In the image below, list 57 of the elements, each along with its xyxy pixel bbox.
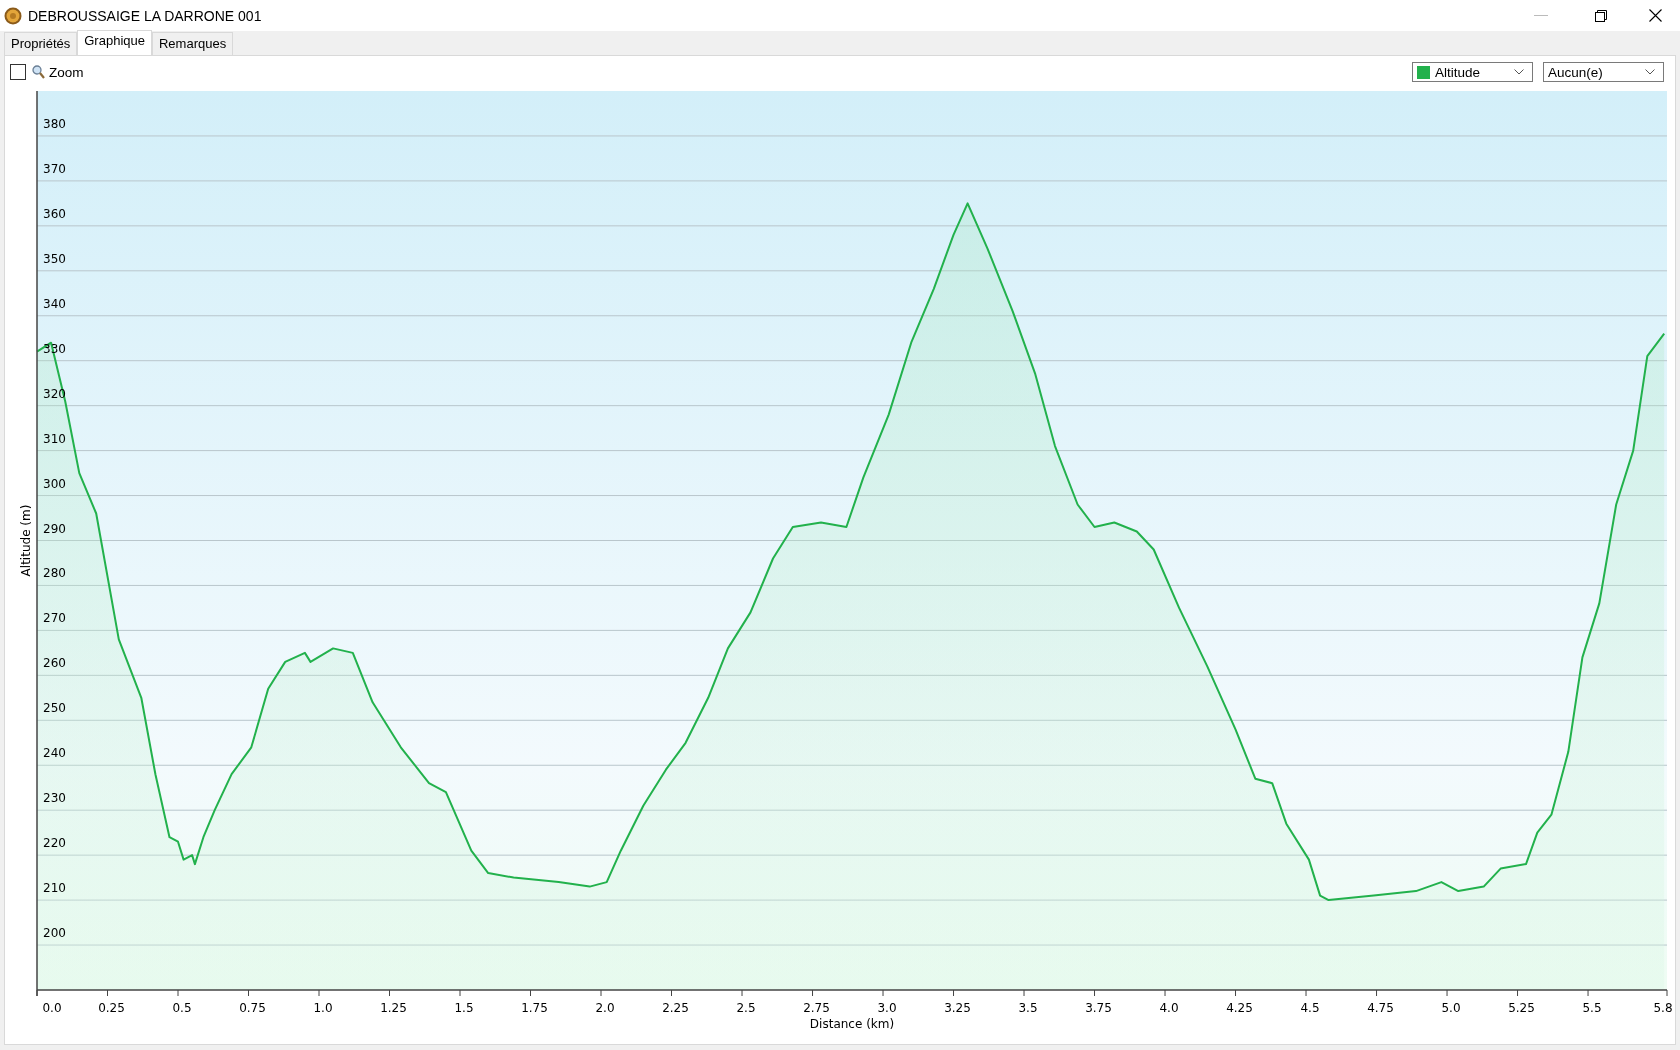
x-tick-label: 3.25 [944, 1001, 971, 1015]
x-tick-label: 0.25 [98, 1001, 125, 1015]
x-tick-label: 4.25 [1226, 1001, 1253, 1015]
x-tick-label: 2.75 [803, 1001, 830, 1015]
tab[interactable]: Propriétés [4, 32, 78, 55]
y-tick-label: 240 [43, 746, 66, 761]
x-tick-label: 2.5 [736, 1001, 756, 1015]
x-tick-label: 3.75 [1085, 1001, 1112, 1015]
secondary-dropdown[interactable]: Aucun(e) [1543, 62, 1664, 82]
x-tick-label: 3.5 [1018, 1001, 1038, 1015]
app-logo-icon [4, 6, 22, 25]
x-tick-label: 5.25 [1508, 1001, 1535, 1015]
y-tick-label: 260 [43, 656, 66, 671]
x-tick-label: 5.0 [1441, 1001, 1461, 1015]
x-tick-label: 0.5 [172, 1001, 192, 1015]
restore-icon[interactable] [1595, 9, 1607, 22]
y-axis-title: Altitude (m) [19, 504, 33, 577]
x-tick-label: 4.75 [1367, 1001, 1394, 1015]
chevron-down-icon [1514, 69, 1524, 75]
x-tick-label: 1.5 [454, 1001, 474, 1015]
window-title: DEBROUSSAIGE LA DARRONE 001 [28, 7, 262, 24]
y-tick-label: 360 [43, 206, 66, 221]
y-tick-label: 210 [43, 881, 66, 896]
y-tick-label: 370 [43, 161, 66, 176]
x-tick-label: 4.5 [1300, 1001, 1320, 1015]
x-tick-label: 0.0 [42, 1001, 62, 1015]
x-tick-label: 1.75 [521, 1001, 548, 1015]
y-tick-label: 300 [43, 476, 66, 491]
x-tick-label: 1.25 [380, 1001, 407, 1015]
y-tick-label: 310 [43, 431, 66, 446]
tab[interactable]: Remarques [151, 32, 234, 55]
x-tick-label: 5.5 [1582, 1001, 1602, 1015]
x-tick-label: 1.0 [313, 1001, 333, 1015]
chevron-down-icon [1645, 69, 1655, 75]
series-dropdown[interactable]: Altitude [1412, 62, 1533, 82]
y-tick-label: 290 [43, 521, 66, 536]
y-tick-label: 380 [43, 116, 66, 131]
x-tick-label: 2.0 [595, 1001, 615, 1015]
x-tick-label: 5.8 [1653, 1001, 1672, 1015]
x-tick-label: 2.25 [662, 1001, 689, 1015]
y-tick-label: 350 [43, 251, 66, 266]
y-tick-label: 280 [43, 566, 66, 581]
x-tick-label: 3.0 [877, 1001, 897, 1015]
x-axis-title: Distance (km) [809, 1017, 895, 1031]
y-tick-label: 230 [43, 791, 66, 806]
y-tick-label: 250 [43, 701, 66, 716]
zoom-label: Zoom [49, 64, 84, 80]
magnifier-icon [32, 65, 45, 79]
tab[interactable]: Graphique [77, 30, 152, 55]
zoom-checkbox[interactable] [10, 64, 26, 80]
x-tick-label: 0.75 [239, 1001, 266, 1015]
y-tick-label: 340 [43, 296, 66, 311]
y-tick-label: 270 [43, 611, 66, 626]
close-icon[interactable] [1649, 9, 1662, 22]
y-tick-label: 220 [43, 836, 66, 851]
y-tick-label: 200 [43, 926, 66, 941]
x-tick-label: 4.0 [1159, 1001, 1179, 1015]
